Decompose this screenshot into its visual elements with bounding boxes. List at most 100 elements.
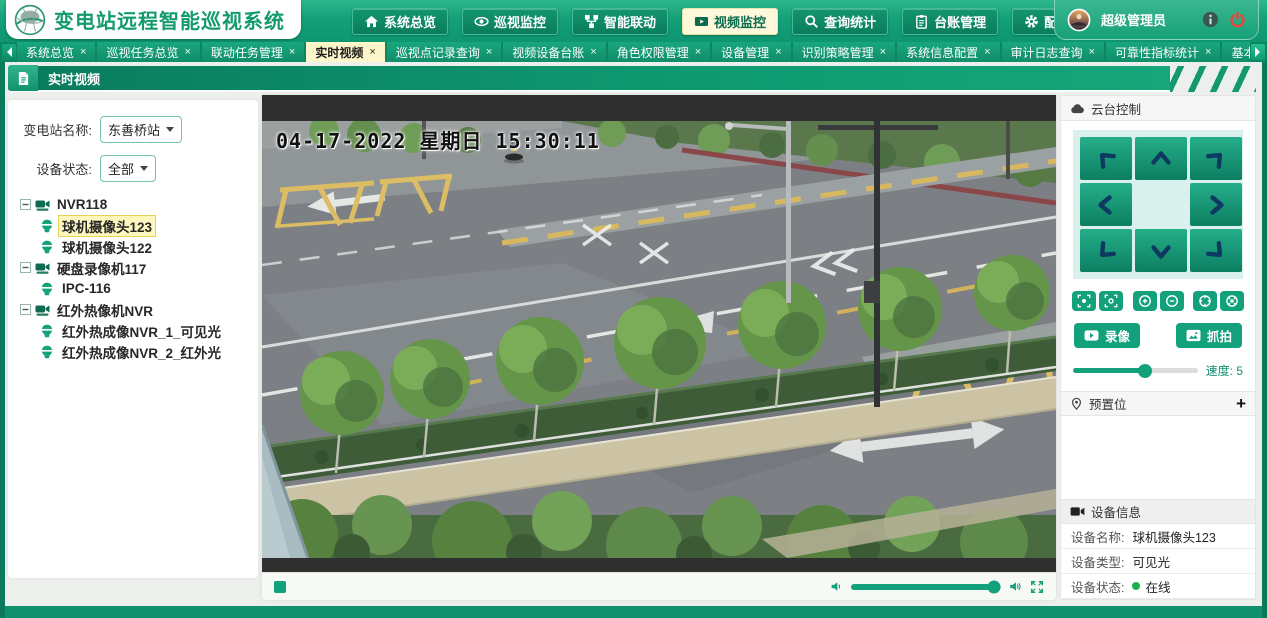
pan-right-arrow-icon: [1204, 193, 1228, 217]
nvr-icon: [35, 261, 50, 275]
dome-camera-icon: [40, 282, 54, 296]
tab-close-icon[interactable]: ×: [1205, 46, 1211, 58]
tab-12[interactable]: 可靠性指标统计×: [1106, 42, 1220, 62]
tree-collapse-icon[interactable]: [20, 304, 31, 315]
pan-down-right-arrow-icon: [1199, 234, 1233, 268]
nav-video-button[interactable]: 视频监控: [682, 8, 778, 35]
pan-up-right-button[interactable]: [1190, 137, 1242, 180]
nav-home-button[interactable]: 系统总览: [352, 8, 448, 35]
dome-camera-icon: [40, 240, 54, 254]
tab-10[interactable]: 系统信息配置×: [897, 42, 999, 62]
info-icon[interactable]: [1202, 11, 1219, 28]
tab-5[interactable]: 巡视点记录查询×: [387, 42, 501, 62]
device-info-row: 设备状态:在线: [1061, 574, 1255, 599]
tab-2[interactable]: 巡视任务总览×: [97, 42, 199, 62]
tab-8[interactable]: 设备管理×: [712, 42, 790, 62]
tree-node-camera[interactable]: 红外热成像NVR_2_红外光: [40, 341, 250, 362]
tab-bar: 系统总览×巡视任务总览×联动任务管理×实时视频×巡视点记录查询×视频设备台账×角…: [0, 42, 1267, 62]
tab-9[interactable]: 识别策略管理×: [793, 42, 895, 62]
logo-card: 变电站远程智能巡视系统: [6, 0, 301, 39]
tab-close-icon[interactable]: ×: [184, 46, 190, 58]
tab-close-icon[interactable]: ×: [289, 46, 295, 58]
tab-close-icon[interactable]: ×: [695, 46, 701, 58]
tab-7[interactable]: 角色权限管理×: [608, 42, 710, 62]
tree-node-camera[interactable]: 红外热成像NVR_1_可见光: [40, 320, 250, 341]
tab-scroll-right-icon[interactable]: [1251, 44, 1265, 60]
pan-down-right-button[interactable]: [1190, 229, 1242, 272]
cloud-icon: [1070, 103, 1085, 114]
live-video-view[interactable]: 04-17-2022 星期日 15:30:11: [262, 95, 1056, 572]
tab-close-icon[interactable]: ×: [80, 46, 86, 58]
tab-close-icon[interactable]: ×: [880, 46, 886, 58]
pan-down-left-arrow-icon: [1089, 234, 1123, 268]
focus-far-icon[interactable]: [1099, 291, 1123, 311]
tab-11[interactable]: 审计日志查询×: [1002, 42, 1104, 62]
volume-slider[interactable]: [851, 584, 1001, 590]
left-edge-border: [0, 62, 5, 618]
volume-high-icon[interactable]: [1009, 580, 1022, 593]
tab-3[interactable]: 联动任务管理×: [202, 42, 304, 62]
tree-collapse-icon[interactable]: [20, 262, 31, 273]
pan-down-button[interactable]: [1135, 229, 1187, 272]
preset-list-empty: [1061, 416, 1255, 499]
device-status-label: 设备状态:: [16, 159, 100, 178]
zoom-in-icon[interactable]: [1133, 291, 1157, 311]
tab-close-icon[interactable]: ×: [369, 46, 375, 58]
pan-up-left-button[interactable]: [1080, 137, 1132, 180]
tree-node-camera[interactable]: 球机摄像头123: [40, 215, 250, 236]
tab-close-icon[interactable]: ×: [590, 46, 596, 58]
tree-collapse-icon[interactable]: [20, 199, 31, 210]
nav-smart-link-button[interactable]: 智能联动: [572, 8, 668, 35]
pan-down-arrow-icon: [1149, 239, 1173, 263]
volume-slider-thumb[interactable]: [987, 580, 1000, 593]
fullscreen-icon[interactable]: [1030, 580, 1044, 594]
footer-bar: [0, 606, 1267, 618]
ptz-pad-center: [1135, 183, 1187, 226]
camera-icon: [1070, 506, 1085, 517]
tree-node-parent[interactable]: 硬盘录像机117: [20, 257, 250, 278]
chevron-down-icon: [140, 166, 148, 175]
video-icon: [694, 14, 709, 29]
nav-eye-button[interactable]: 巡视监控: [462, 8, 558, 35]
pan-down-left-button[interactable]: [1080, 229, 1132, 272]
tree-node-camera[interactable]: 球机摄像头122: [40, 236, 250, 257]
preset-pin-icon: [1070, 397, 1083, 410]
tab-4[interactable]: 实时视频×: [306, 42, 384, 62]
station-select[interactable]: 东善桥站: [100, 116, 182, 143]
speed-slider[interactable]: [1073, 368, 1198, 373]
iris-close-icon[interactable]: [1220, 291, 1244, 311]
tab-close-icon[interactable]: ×: [775, 46, 781, 58]
volume-low-icon[interactable]: [830, 580, 843, 593]
speed-slider-thumb[interactable]: [1138, 364, 1152, 378]
pan-left-arrow-icon: [1094, 193, 1118, 217]
speed-label: 速度: 5: [1206, 362, 1243, 379]
zoom-out-icon[interactable]: [1160, 291, 1184, 311]
add-preset-button[interactable]: +: [1236, 395, 1246, 412]
pan-left-button[interactable]: [1080, 183, 1132, 226]
device-info-row: 设备名称:球机摄像头123: [1061, 524, 1255, 549]
tab-close-icon[interactable]: ×: [1089, 46, 1095, 58]
tree-node-camera[interactable]: IPC-116: [40, 278, 250, 299]
nav-ledger-button[interactable]: 台账管理: [902, 8, 998, 35]
user-avatar[interactable]: [1067, 8, 1091, 32]
search-icon: [804, 14, 819, 29]
tree-node-parent[interactable]: 红外热像机NVR: [20, 299, 250, 320]
device-status-select[interactable]: 全部: [100, 155, 156, 182]
tab-close-icon[interactable]: ×: [486, 46, 492, 58]
tab-1[interactable]: 系统总览×: [17, 42, 95, 62]
tree-node-parent[interactable]: NVR118: [20, 194, 250, 215]
tab-scroll-left-icon[interactable]: [2, 44, 16, 60]
record-button[interactable]: 录像: [1074, 323, 1140, 348]
pan-right-button[interactable]: [1190, 183, 1242, 226]
tab-13[interactable]: 基本定义管理×: [1222, 42, 1250, 62]
dome-camera-icon: [40, 345, 54, 359]
stop-button[interactable]: [274, 581, 286, 593]
focus-near-icon[interactable]: [1072, 291, 1096, 311]
logout-power-icon[interactable]: [1229, 11, 1246, 28]
snapshot-button[interactable]: 抓拍: [1176, 323, 1242, 348]
tab-6[interactable]: 视频设备台账×: [503, 42, 605, 62]
nav-search-button[interactable]: 查询统计: [792, 8, 888, 35]
tab-close-icon[interactable]: ×: [984, 46, 990, 58]
iris-open-icon[interactable]: [1193, 291, 1217, 311]
pan-up-button[interactable]: [1135, 137, 1187, 180]
